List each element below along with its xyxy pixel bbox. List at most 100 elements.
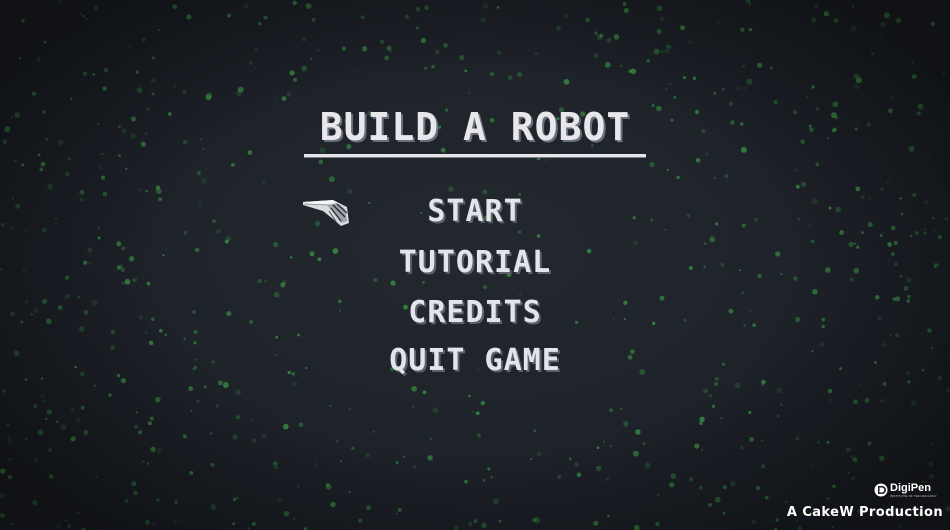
- particle: [911, 74, 917, 80]
- particle: [459, 54, 465, 61]
- particle: [895, 17, 902, 24]
- particle: [314, 462, 318, 466]
- particle: [728, 101, 734, 107]
- particle: [609, 408, 613, 413]
- particle: [897, 524, 902, 529]
- particle: [634, 525, 640, 530]
- particle: [360, 15, 365, 20]
- particle: [286, 92, 292, 97]
- particle: [137, 187, 141, 191]
- particle: [32, 500, 38, 506]
- particle: [880, 21, 886, 28]
- particle: [808, 124, 812, 128]
- particle: [761, 439, 763, 442]
- particle: [348, 407, 351, 411]
- particle: [243, 3, 249, 10]
- particle: [131, 116, 136, 122]
- particle: [384, 55, 390, 61]
- particle: [48, 474, 54, 479]
- particle: [156, 498, 160, 502]
- particle: [489, 71, 494, 77]
- particle: [810, 464, 813, 467]
- particle: [147, 421, 152, 426]
- particle: [56, 420, 59, 423]
- particle: [575, 88, 578, 91]
- particle: [722, 485, 727, 490]
- particle: [67, 157, 71, 161]
- particle: [850, 455, 853, 458]
- particle: [880, 35, 883, 38]
- particle: [929, 474, 934, 479]
- particle: [673, 95, 677, 100]
- particle: [358, 518, 363, 523]
- particle: [795, 184, 800, 189]
- particle: [483, 285, 488, 290]
- particle: [490, 475, 493, 479]
- particle: [292, 0, 297, 6]
- particle: [464, 69, 468, 73]
- menu-item-tutorial[interactable]: TUTORIAL: [0, 243, 950, 283]
- particle: [250, 418, 253, 421]
- particle: [793, 110, 798, 115]
- particle: [296, 485, 300, 489]
- particle: [655, 521, 660, 527]
- particle: [481, 522, 487, 529]
- digipen-logo: DigiPen INSTITUTE OF TECHNOLOGY: [874, 482, 944, 500]
- particle: [248, 60, 253, 65]
- particle: [714, 381, 719, 386]
- particle: [142, 37, 146, 42]
- particle: [574, 462, 580, 467]
- particle: [397, 507, 402, 512]
- particle: [646, 59, 650, 63]
- particle: [225, 236, 232, 242]
- particle: [744, 87, 747, 90]
- particle: [274, 465, 278, 469]
- particle: [665, 88, 668, 90]
- particle: [594, 31, 598, 36]
- particle: [124, 498, 129, 503]
- particle: [711, 404, 716, 408]
- particle: [11, 522, 14, 526]
- particle: [97, 123, 100, 126]
- particle: [172, 4, 178, 10]
- particle: [688, 477, 694, 482]
- particle: [231, 522, 236, 526]
- particle: [492, 498, 499, 505]
- particle: [424, 5, 429, 11]
- menu-item-quit-game[interactable]: QUIT GAME: [0, 341, 950, 381]
- particle: [749, 436, 755, 442]
- particle: [4, 126, 11, 133]
- particle: [482, 3, 489, 10]
- particle: [201, 177, 208, 184]
- particle: [496, 50, 502, 55]
- menu-item-start[interactable]: START: [0, 192, 950, 232]
- particle: [210, 504, 217, 510]
- particle: [427, 455, 433, 461]
- menu-item-credits[interactable]: CREDITS: [0, 293, 950, 333]
- particle: [593, 53, 599, 59]
- particle: [740, 27, 745, 32]
- particle: [475, 411, 480, 416]
- particle: [93, 384, 97, 387]
- production-credit: A CakeW Production: [786, 505, 943, 520]
- particle: [929, 443, 933, 446]
- title-underline: [304, 154, 646, 157]
- particle: [251, 521, 256, 527]
- particle: [745, 0, 751, 4]
- particle: [402, 455, 405, 458]
- particle: [785, 500, 788, 504]
- particle: [258, 22, 262, 26]
- particle: [773, 100, 778, 105]
- particle: [200, 138, 203, 141]
- particle: [47, 447, 52, 451]
- particle: [889, 95, 893, 99]
- particle: [140, 141, 146, 147]
- menu-item-label: QUIT GAME: [389, 343, 561, 378]
- particle: [854, 127, 858, 131]
- particle: [622, 1, 627, 6]
- particle: [196, 171, 201, 176]
- particle: [292, 381, 298, 387]
- particle: [282, 423, 289, 430]
- particle: [464, 479, 468, 484]
- particle: [195, 399, 200, 404]
